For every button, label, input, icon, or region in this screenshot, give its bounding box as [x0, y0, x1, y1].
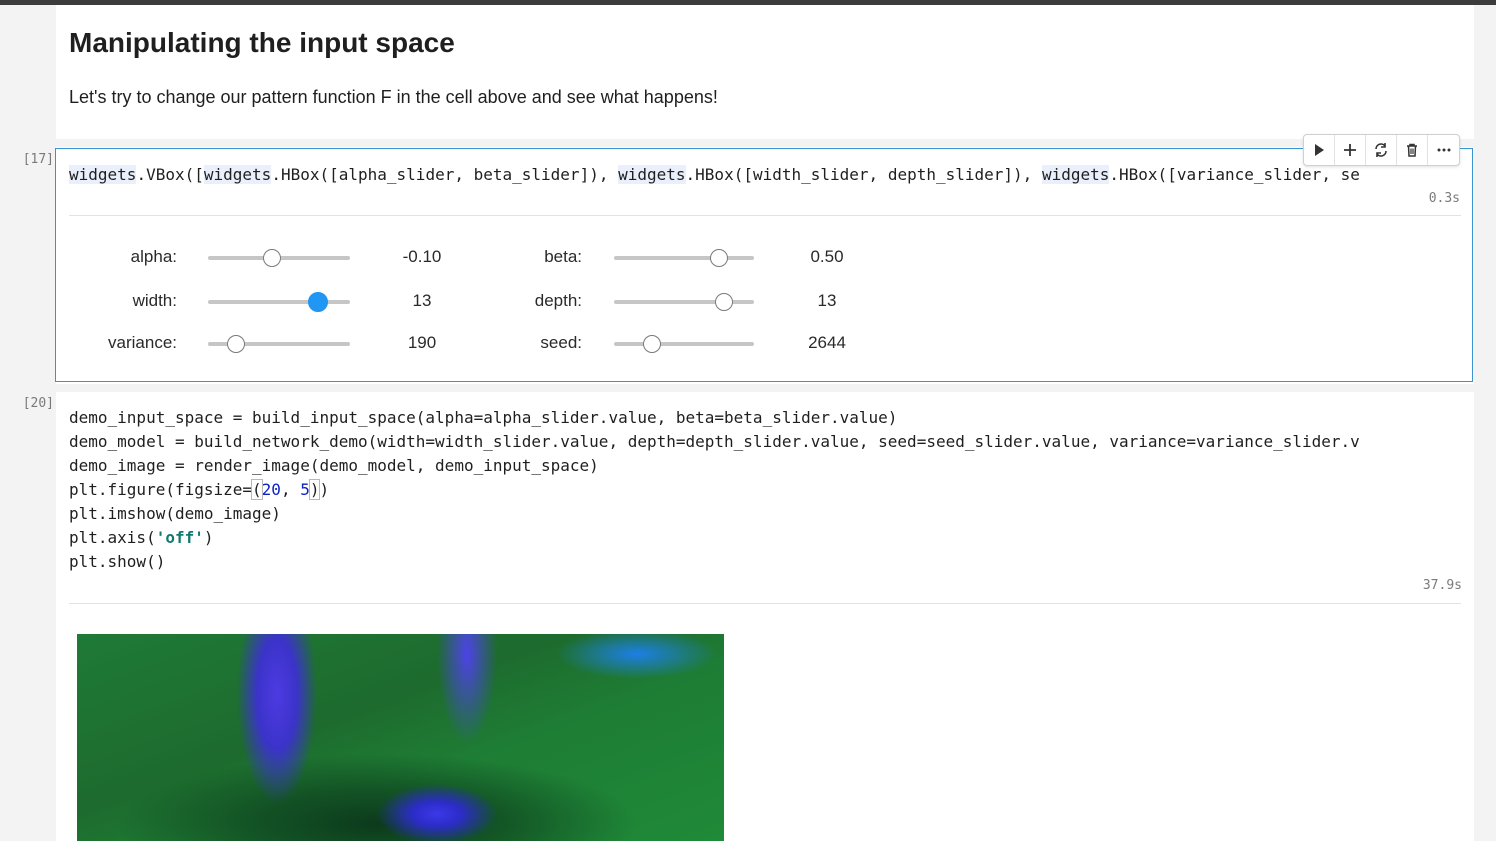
sync-cell-button[interactable]: [1366, 135, 1397, 165]
beta-label: beta:: [544, 247, 582, 266]
add-icon: [1344, 144, 1356, 156]
sync-icon: [1375, 143, 1387, 157]
code-line[interactable]: plt.axis('off'): [69, 526, 1461, 550]
seed-label: seed:: [540, 333, 582, 352]
more-actions-button[interactable]: [1428, 135, 1459, 165]
code-editor[interactable]: demo_input_space = build_input_space(alp…: [69, 406, 1461, 574]
code-cell-20[interactable]: demo_input_space = build_input_space(alp…: [56, 392, 1474, 841]
execution-count-17: [17]: [22, 152, 54, 167]
delete-cell-button[interactable]: [1397, 135, 1428, 165]
execution-time: 0.3s: [1428, 191, 1460, 206]
width-label: width:: [132, 291, 177, 310]
run-icon: [1315, 144, 1324, 156]
variance-slider-handle[interactable]: [227, 335, 245, 353]
code-line[interactable]: demo_input_space = build_input_space(alp…: [69, 406, 1461, 430]
rendered-output-image: [77, 634, 724, 841]
code-line[interactable]: plt.show(): [69, 550, 1461, 574]
output-divider: [69, 603, 1461, 604]
widget-row-alpha-beta: alpha: -0.10 beta: 0.50: [56, 243, 956, 273]
beta-slider-handle[interactable]: [710, 249, 728, 267]
code-token: plt.axis(: [69, 528, 156, 547]
execution-count-20: [20]: [22, 396, 54, 411]
width-slider-handle[interactable]: [308, 292, 328, 312]
run-cell-button[interactable]: [1304, 135, 1335, 165]
seed-value: 2644: [808, 333, 846, 352]
beta-value: 0.50: [810, 247, 844, 266]
code-token: plt.figure(figsize=: [69, 480, 253, 499]
markdown-paragraph: Let's try to change our pattern function…: [69, 87, 718, 107]
more-icon: [1437, 148, 1450, 152]
code-line[interactable]: demo_image = render_image(demo_model, de…: [69, 454, 1461, 478]
code-line[interactable]: plt.imshow(demo_image): [69, 502, 1461, 526]
depth-value: 13: [817, 291, 837, 310]
string-token: 'off': [155, 528, 204, 547]
widget-row-variance-seed: variance: 190 seed: 2644: [56, 329, 956, 359]
code-line[interactable]: widgets.VBox([widgets.HBox([alpha_slider…: [69, 163, 1461, 187]
cell-separator: [56, 139, 1474, 147]
code-line[interactable]: demo_model = build_network_demo(width=wi…: [69, 430, 1461, 454]
seed-slider-track[interactable]: [614, 342, 754, 346]
output-divider: [69, 215, 1461, 216]
depth-slider-track[interactable]: [614, 300, 754, 304]
code-line[interactable]: plt.figure(figsize=(20, 5)): [69, 478, 1461, 502]
markdown-heading: Manipulating the input space: [69, 27, 455, 58]
alpha-slider-handle[interactable]: [263, 249, 281, 267]
depth-label: depth:: [534, 291, 582, 310]
alpha-label: alpha:: [130, 247, 177, 266]
depth-slider-handle[interactable]: [715, 293, 733, 311]
width-slider-track[interactable]: [208, 300, 350, 304]
number-token: 5: [300, 480, 310, 499]
number-token: 20: [261, 480, 281, 499]
beta-slider-track[interactable]: [614, 256, 754, 260]
delete-icon: [1407, 143, 1417, 157]
cell-separator: [56, 384, 1474, 392]
code-cell-17[interactable]: widgets.VBox([widgets.HBox([alpha_slider…: [55, 148, 1473, 382]
add-cell-button[interactable]: [1335, 135, 1366, 165]
cell-toolbar: [1303, 134, 1460, 166]
variance-label: variance:: [108, 333, 177, 352]
execution-time: 37.9s: [1422, 578, 1462, 593]
seed-slider-handle[interactable]: [643, 335, 661, 353]
widget-row-width-depth: width: 13 depth: 13: [56, 287, 956, 317]
